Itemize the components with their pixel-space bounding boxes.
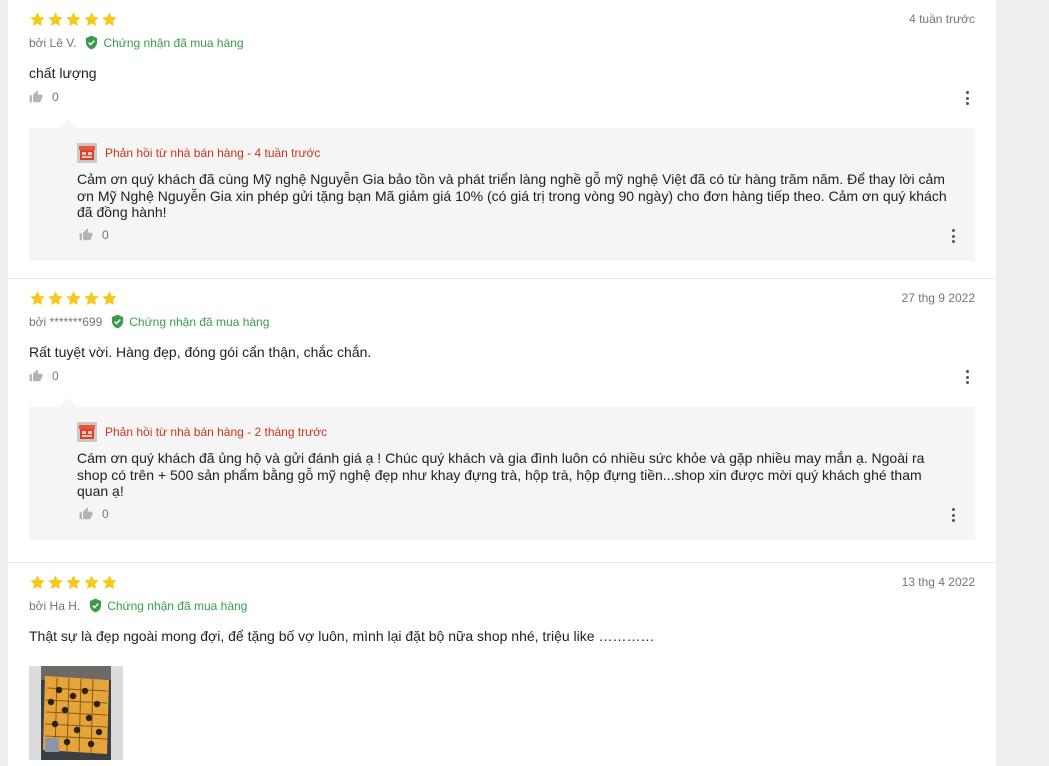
- more-options-button[interactable]: [950, 508, 956, 522]
- seller-reply-title: Phản hồi từ nhà bán hàng - 2 tháng trước: [105, 425, 328, 439]
- review-date: 27 thg 9 2022: [901, 291, 975, 305]
- review-item: 4 tuần trước bởi Lê V. Chứng nhận đã mua…: [8, 0, 996, 279]
- star-icon: [84, 291, 99, 306]
- star-icon: [84, 12, 99, 27]
- seller-reply-text: Cám ơn quý khách đã ủng hộ và gửi đánh g…: [77, 450, 967, 500]
- like-button[interactable]: 0: [29, 369, 59, 383]
- like-count: 0: [102, 507, 109, 521]
- star-icon: [30, 12, 45, 27]
- like-count: 0: [102, 228, 109, 242]
- seller-reply-header: Phản hồi từ nhà bán hàng - 2 tháng trước: [77, 422, 327, 442]
- chess-board-photo: [29, 666, 123, 760]
- star-icon: [48, 291, 63, 306]
- thumbs-up-icon: [29, 369, 43, 382]
- star-rating: [29, 290, 118, 307]
- review-item: 13 thg 4 2022 bởi Ha H. Chứng nhận đã mu…: [8, 563, 996, 766]
- verified-purchase-label: Chứng nhận đã mua hàng: [129, 314, 270, 329]
- check-shield-icon: [86, 35, 98, 50]
- like-count: 0: [52, 90, 59, 104]
- seller-reply-line: quan ạ!: [77, 483, 124, 499]
- seller-reply-text: Cảm ơn quý khách đã cùng Mỹ nghệ Nguyễn …: [77, 171, 967, 221]
- review-content: Rất tuyệt vời. Hàng đẹp, đóng gói cẩn th…: [29, 344, 372, 360]
- review-author-line: bởi Ha H. Chứng nhận đã mua hàng: [29, 597, 247, 614]
- shop-icon: [77, 422, 97, 442]
- star-icon: [66, 291, 81, 306]
- review-author-line: bởi Lê V. Chứng nhận đã mua hàng: [29, 34, 244, 51]
- seller-reply: Phản hồi từ nhà bán hàng - 2 tháng trước…: [29, 398, 975, 540]
- star-rating: [29, 574, 118, 591]
- check-shield-icon: [112, 314, 124, 329]
- seller-reply-title: Phản hồi từ nhà bán hàng - 4 tuần trước: [105, 146, 321, 160]
- review-author: bởi *******699: [29, 314, 103, 329]
- reviews-panel: 4 tuần trước bởi Lê V. Chứng nhận đã mua…: [8, 0, 996, 766]
- check-shield-icon: [90, 598, 102, 613]
- star-icon: [66, 575, 81, 590]
- star-icon: [48, 575, 63, 590]
- seller-reply-line: Cảm ơn quý khách đã cùng Mỹ nghệ Nguyễn …: [77, 171, 945, 187]
- review-photo-thumbnail[interactable]: [29, 666, 123, 760]
- like-count: 0: [52, 369, 59, 383]
- review-content: chất lượng: [29, 65, 97, 81]
- thumbs-up-icon: [79, 507, 93, 520]
- more-options-button[interactable]: [950, 229, 956, 243]
- star-icon: [102, 291, 117, 306]
- review-author: bởi Ha H.: [29, 598, 81, 613]
- thumbs-up-icon: [79, 228, 93, 241]
- review-author-line: bởi *******699 Chứng nhận đã mua hàng: [29, 313, 269, 330]
- review-content: Thật sự là đẹp ngoài mong đợi, để tặng b…: [29, 628, 655, 644]
- star-icon: [30, 291, 45, 306]
- review-date: 13 thg 4 2022: [901, 575, 975, 589]
- star-icon: [30, 575, 45, 590]
- seller-reply-header: Phản hồi từ nhà bán hàng - 4 tuần trước: [77, 143, 320, 163]
- star-rating: [29, 11, 118, 28]
- seller-reply: Phản hồi từ nhà bán hàng - 4 tuần trước …: [29, 119, 975, 261]
- seller-reply-line: đã đồng hành!: [77, 204, 167, 220]
- thumbs-up-icon: [29, 90, 43, 103]
- star-icon: [66, 12, 81, 27]
- review-item: 27 thg 9 2022 bởi *******699 Chứng nhận …: [8, 279, 996, 563]
- more-options-button[interactable]: [964, 91, 970, 105]
- star-icon: [48, 12, 63, 27]
- verified-purchase-label: Chứng nhận đã mua hàng: [107, 598, 248, 613]
- more-options-button[interactable]: [964, 370, 970, 384]
- shop-icon: [77, 143, 97, 163]
- reply-like-button[interactable]: 0: [79, 228, 109, 242]
- like-button[interactable]: 0: [29, 90, 59, 104]
- seller-reply-line: ơn Mỹ Nghệ Nguyễn Gia xin phép gửi tặng …: [77, 187, 947, 204]
- seller-reply-line: Cám ơn quý khách đã ủng hộ và gửi đánh g…: [77, 450, 925, 466]
- star-icon: [102, 12, 117, 27]
- star-icon: [102, 575, 117, 590]
- review-author: bởi Lê V.: [29, 35, 77, 50]
- review-date: 4 tuần trước: [909, 12, 975, 26]
- seller-reply-line: shop có trên + 500 sản phẩm bằng gỗ mỹ n…: [77, 466, 922, 483]
- reply-like-button[interactable]: 0: [79, 507, 109, 521]
- verified-purchase-label: Chứng nhận đã mua hàng: [103, 35, 244, 50]
- star-icon: [84, 575, 99, 590]
